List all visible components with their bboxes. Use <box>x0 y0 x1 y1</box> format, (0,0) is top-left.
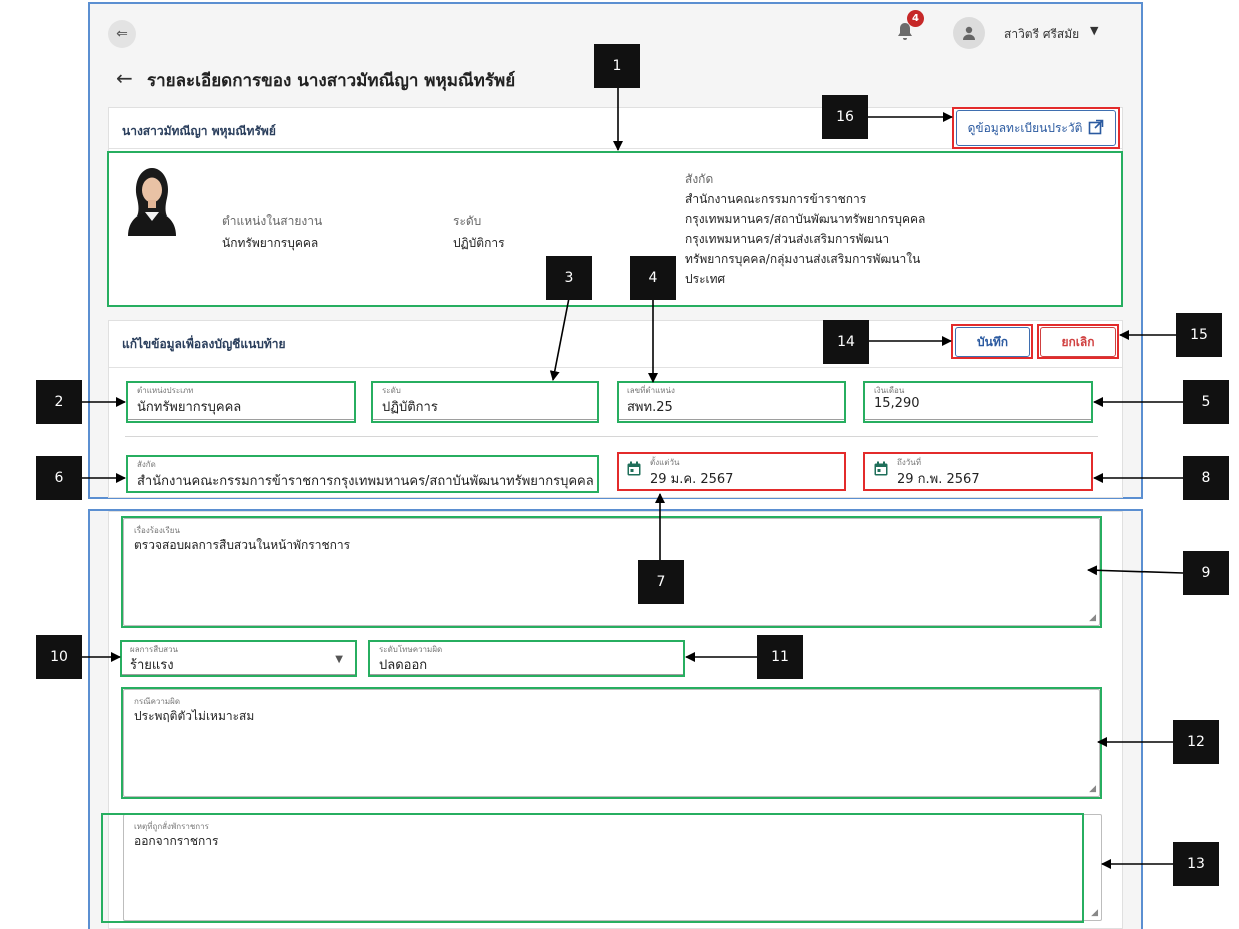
annotation-badge-1: 1 <box>594 44 640 88</box>
annotation-badge-2: 2 <box>36 380 82 424</box>
annotation-badge-3: 3 <box>546 256 592 300</box>
annotation-badge-9: 9 <box>1183 551 1229 595</box>
annotation-badge-4: 4 <box>630 256 676 300</box>
annotation-badge-5: 5 <box>1183 380 1229 424</box>
annotation-badge-6: 6 <box>36 456 82 500</box>
annotation-badge-7: 7 <box>638 560 684 604</box>
annotation-arrows <box>80 88 1184 869</box>
annotation-badge-12: 12 <box>1173 720 1219 764</box>
annotation-badge-11: 11 <box>757 635 803 679</box>
annotation-badge-13: 13 <box>1173 842 1219 886</box>
annotation-badge-15: 15 <box>1176 313 1222 357</box>
annotation-badge-16: 16 <box>822 95 868 139</box>
annotation-badge-14: 14 <box>823 320 869 364</box>
annotation-badge-8: 8 <box>1183 456 1229 500</box>
annotation-badge-10: 10 <box>36 635 82 679</box>
